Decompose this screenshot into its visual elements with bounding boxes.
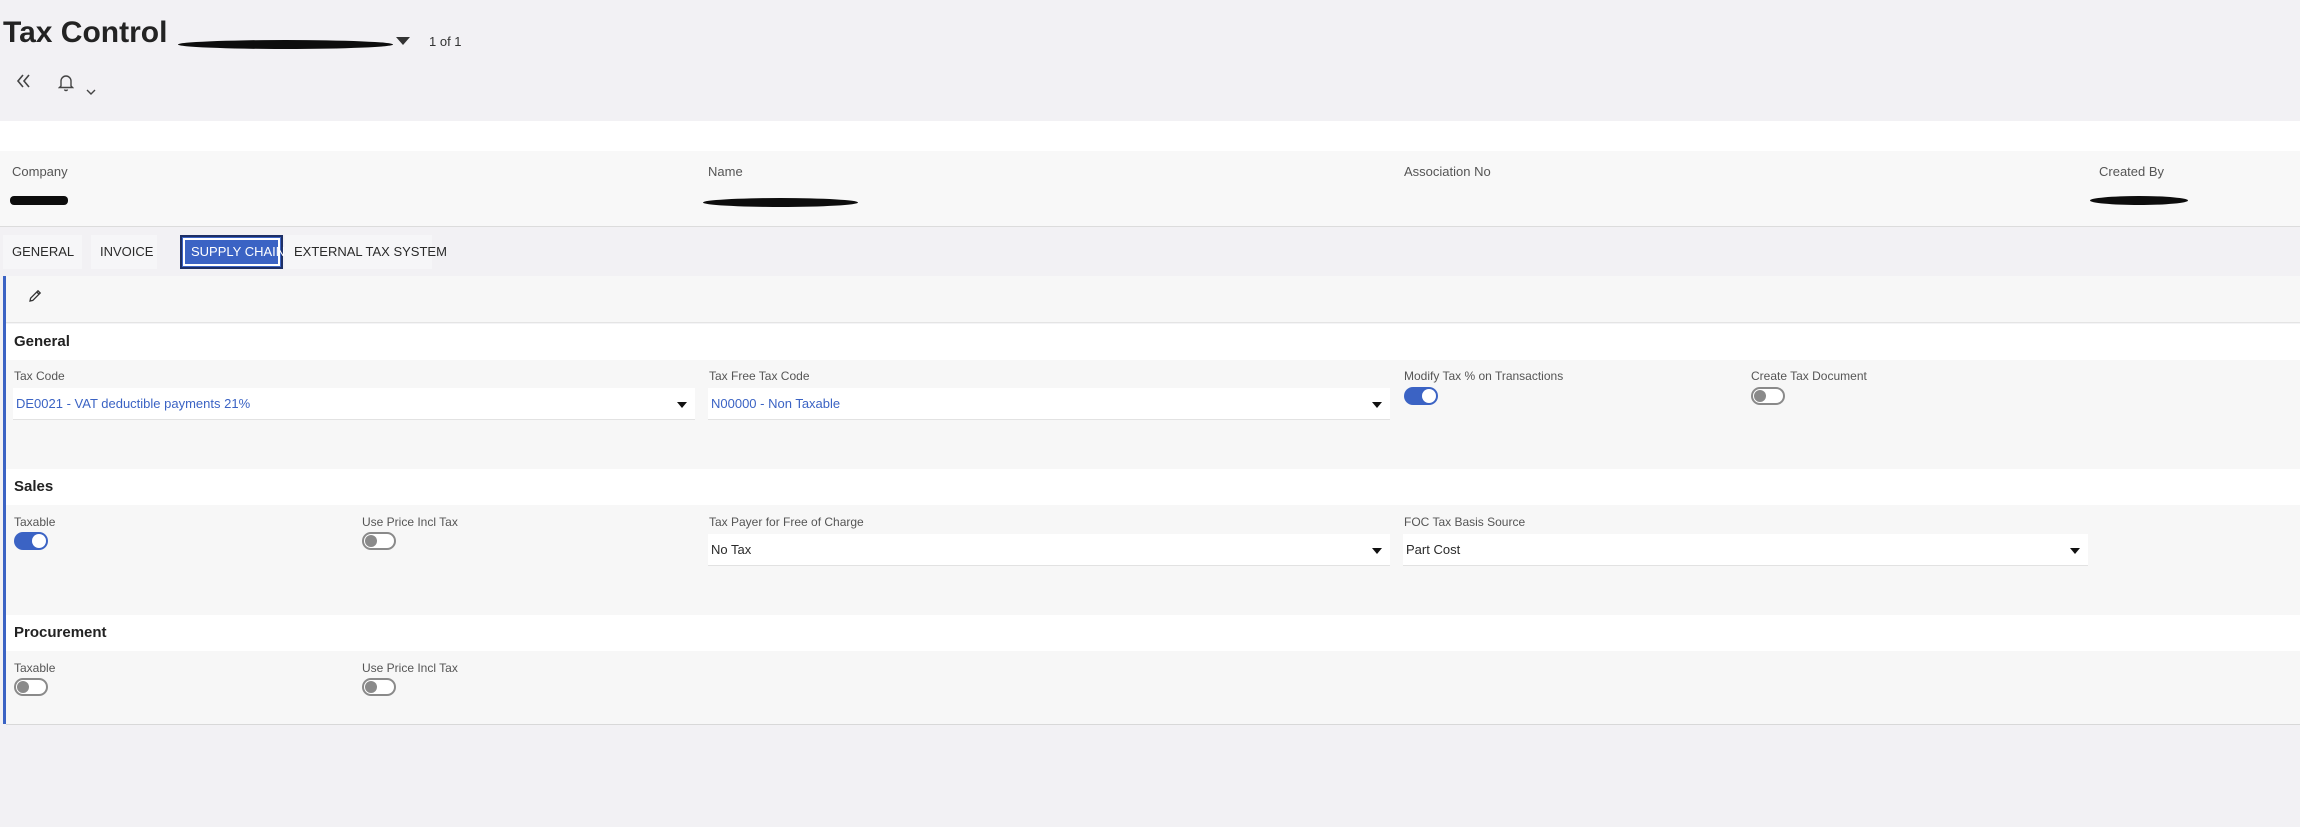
- procurement-section: [6, 651, 2300, 725]
- record-counter: 1 of 1: [429, 34, 462, 49]
- procurement-section-title: Procurement: [14, 624, 107, 641]
- toggle-knob: [17, 681, 29, 693]
- company-label: Company: [12, 164, 68, 179]
- procurement-section-header: [6, 615, 2300, 651]
- sales-section-header: [6, 469, 2300, 505]
- sales-taxable-toggle[interactable]: [14, 532, 48, 550]
- created-by-label: Created By: [2099, 164, 2165, 179]
- tax-code-value[interactable]: DE0021 - VAT deductible payments 21%: [16, 396, 250, 411]
- toggle-knob: [1422, 389, 1436, 403]
- caret-down-icon[interactable]: [1372, 402, 1382, 408]
- procurement-taxable-toggle[interactable]: [14, 678, 48, 696]
- caret-down-icon[interactable]: [677, 402, 687, 408]
- tax-payer-free-of-charge-select[interactable]: No Tax: [708, 534, 1390, 566]
- procurement-taxable-label: Taxable: [14, 661, 56, 675]
- header-band: [0, 121, 2300, 151]
- page-title: Tax Control: [3, 16, 168, 49]
- sales-section-title: Sales: [14, 478, 54, 495]
- name-label: Name: [708, 164, 743, 179]
- bell-icon[interactable]: [57, 74, 75, 97]
- modify-tax-label: Modify Tax % on Transactions: [1404, 369, 1564, 383]
- association-no-label: Association No: [1404, 164, 1491, 179]
- edit-toolbar: [6, 276, 2300, 323]
- modify-tax-toggle[interactable]: [1404, 387, 1438, 405]
- create-tax-document-toggle[interactable]: [1751, 387, 1785, 405]
- record-selector-redacted[interactable]: [178, 40, 393, 49]
- foc-tax-basis-source-label: FOC Tax Basis Source: [1404, 515, 1526, 529]
- foc-tax-basis-source-select[interactable]: Part Cost: [1403, 534, 2088, 566]
- tab-supply-chain[interactable]: SUPPLY CHAIN: [180, 235, 285, 269]
- toggle-knob: [365, 681, 377, 693]
- general-section-title: General: [14, 333, 70, 350]
- toggle-knob: [32, 534, 46, 548]
- caret-down-icon[interactable]: [1372, 548, 1382, 554]
- caret-down-icon[interactable]: [2070, 548, 2080, 554]
- tab-general[interactable]: GENERAL: [3, 235, 82, 269]
- tax-payer-free-of-charge-label: Tax Payer for Free of Charge: [709, 515, 864, 529]
- name-value-redacted: [703, 198, 858, 207]
- sales-use-price-incl-tax-toggle[interactable]: [362, 532, 396, 550]
- tax-payer-free-of-charge-value[interactable]: No Tax: [711, 542, 751, 557]
- company-value-redacted: [10, 196, 68, 205]
- double-chevron-left-icon[interactable]: [15, 73, 33, 94]
- record-summary: [0, 151, 2300, 227]
- procurement-use-price-incl-tax-toggle[interactable]: [362, 678, 396, 696]
- pencil-icon[interactable]: [27, 288, 43, 309]
- procurement-use-price-incl-tax-label: Use Price Incl Tax: [362, 661, 458, 675]
- record-selector-dropdown-icon[interactable]: [396, 37, 410, 45]
- general-section-header: [6, 324, 2300, 360]
- tax-free-tax-code-select[interactable]: N00000 - Non Taxable: [708, 388, 1390, 420]
- tax-code-select[interactable]: DE0021 - VAT deductible payments 21%: [13, 388, 695, 420]
- sales-taxable-label: Taxable: [14, 515, 56, 529]
- chevron-down-icon[interactable]: [86, 80, 96, 101]
- toggle-knob: [365, 535, 377, 547]
- tax-free-tax-code-label: Tax Free Tax Code: [709, 369, 810, 383]
- tab-external-tax-system[interactable]: EXTERNAL TAX SYSTEM: [285, 235, 447, 269]
- created-by-value-redacted: [2090, 196, 2188, 205]
- sales-use-price-incl-tax-label: Use Price Incl Tax: [362, 515, 458, 529]
- tax-code-label: Tax Code: [14, 369, 65, 383]
- create-tax-document-label: Create Tax Document: [1751, 369, 1867, 383]
- foc-tax-basis-source-value[interactable]: Part Cost: [1406, 542, 1460, 557]
- toggle-knob: [1754, 390, 1766, 402]
- tax-free-tax-code-value[interactable]: N00000 - Non Taxable: [711, 396, 840, 411]
- tab-invoice[interactable]: INVOICE: [91, 235, 157, 269]
